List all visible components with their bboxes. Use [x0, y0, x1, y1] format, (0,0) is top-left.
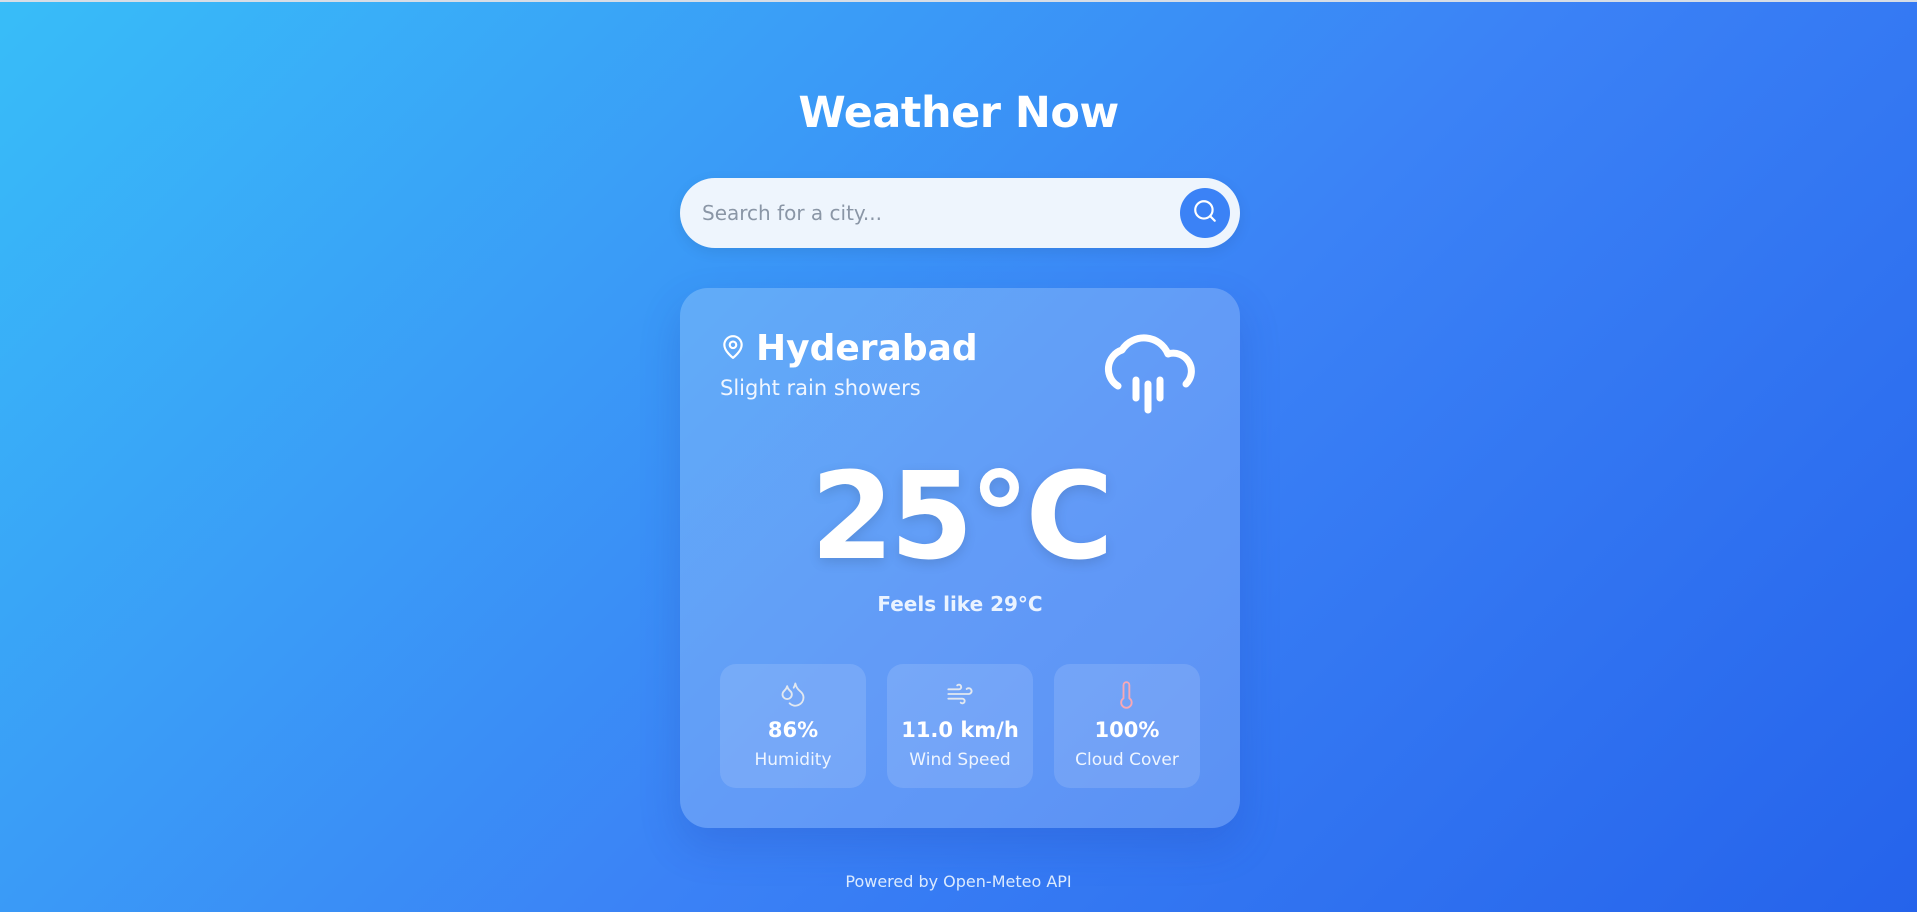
top-border	[0, 0, 1917, 2]
footer-credit: Powered by Open-Meteo API	[845, 872, 1072, 891]
search-button[interactable]	[1180, 188, 1230, 238]
location-row: Hyderabad	[720, 328, 978, 369]
stat-wind-speed: 11.0 km/h Wind Speed	[887, 664, 1033, 788]
wind-icon	[887, 680, 1033, 708]
feels-like: Feels like 29°C	[877, 592, 1043, 616]
cloud-cover-value: 100%	[1094, 718, 1160, 742]
weather-condition: Slight rain showers	[720, 376, 921, 400]
search-bar	[680, 178, 1240, 248]
droplets-icon	[720, 680, 866, 708]
wind-speed-label: Wind Speed	[909, 750, 1011, 770]
stat-cloud-cover: 100% Cloud Cover	[1054, 664, 1200, 788]
wind-speed-value: 11.0 km/h	[901, 718, 1019, 742]
humidity-value: 86%	[767, 718, 819, 742]
weather-card: Hyderabad Slight rain showers 25°C Feels…	[680, 288, 1240, 828]
stat-humidity: 86% Humidity	[720, 664, 866, 788]
cloud-cover-label: Cloud Cover	[1075, 750, 1179, 770]
thermometer-icon	[1054, 680, 1200, 710]
search-input[interactable]	[702, 178, 1142, 248]
city-name: Hyderabad	[756, 328, 978, 369]
page-title: Weather Now	[798, 88, 1119, 138]
humidity-label: Humidity	[754, 750, 832, 770]
rain-cloud-icon	[1100, 328, 1200, 428]
map-pin-icon	[720, 332, 746, 366]
temperature: 25°C	[810, 448, 1113, 587]
search-icon	[1192, 198, 1218, 228]
